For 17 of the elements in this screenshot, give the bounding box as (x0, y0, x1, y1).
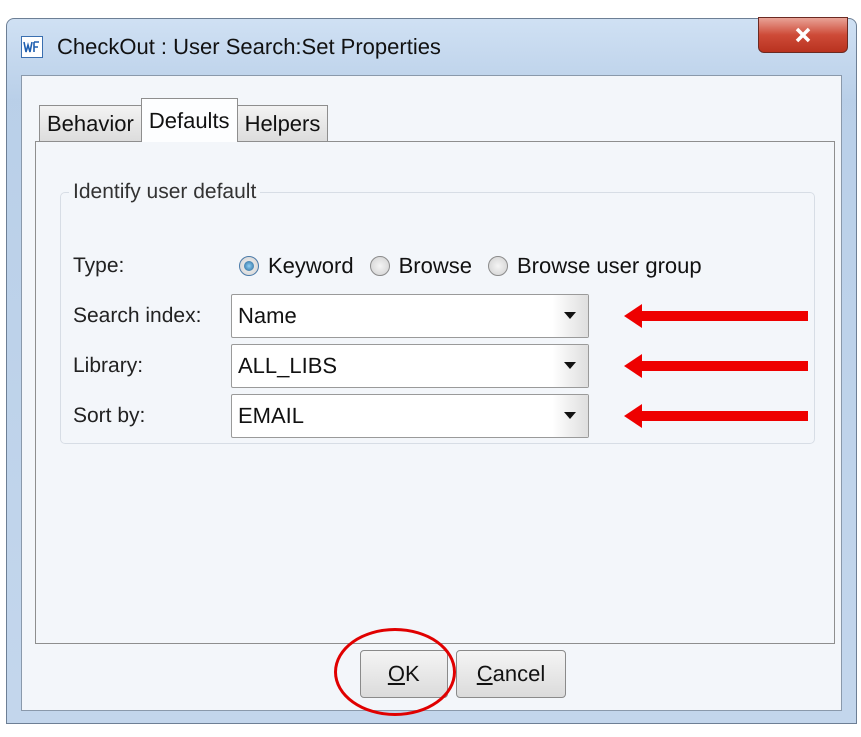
window-title: CheckOut : User Search:Set Properties (57, 34, 441, 60)
field-label: Library: (73, 354, 144, 378)
dropdown[interactable]: EMAIL (231, 394, 589, 438)
radio-label: Keyword (268, 253, 354, 279)
radio-label: Browse (398, 253, 472, 279)
dropdown[interactable]: ALL_LIBS (231, 344, 589, 388)
dialog-button[interactable]: OK (360, 650, 448, 698)
tab[interactable]: Helpers (236, 105, 328, 141)
field-label: Sort by: (73, 404, 146, 428)
group-title: Identify user default (69, 180, 260, 204)
dropdown[interactable]: Name (231, 294, 589, 338)
tab[interactable]: Defaults (140, 98, 238, 142)
radio-label: Browse user group (516, 253, 702, 279)
field-label: Search index: (73, 304, 202, 328)
tab[interactable]: Behavior (39, 105, 142, 141)
dialog-button[interactable]: Cancel (456, 650, 566, 698)
field-label: Type: (73, 254, 126, 278)
